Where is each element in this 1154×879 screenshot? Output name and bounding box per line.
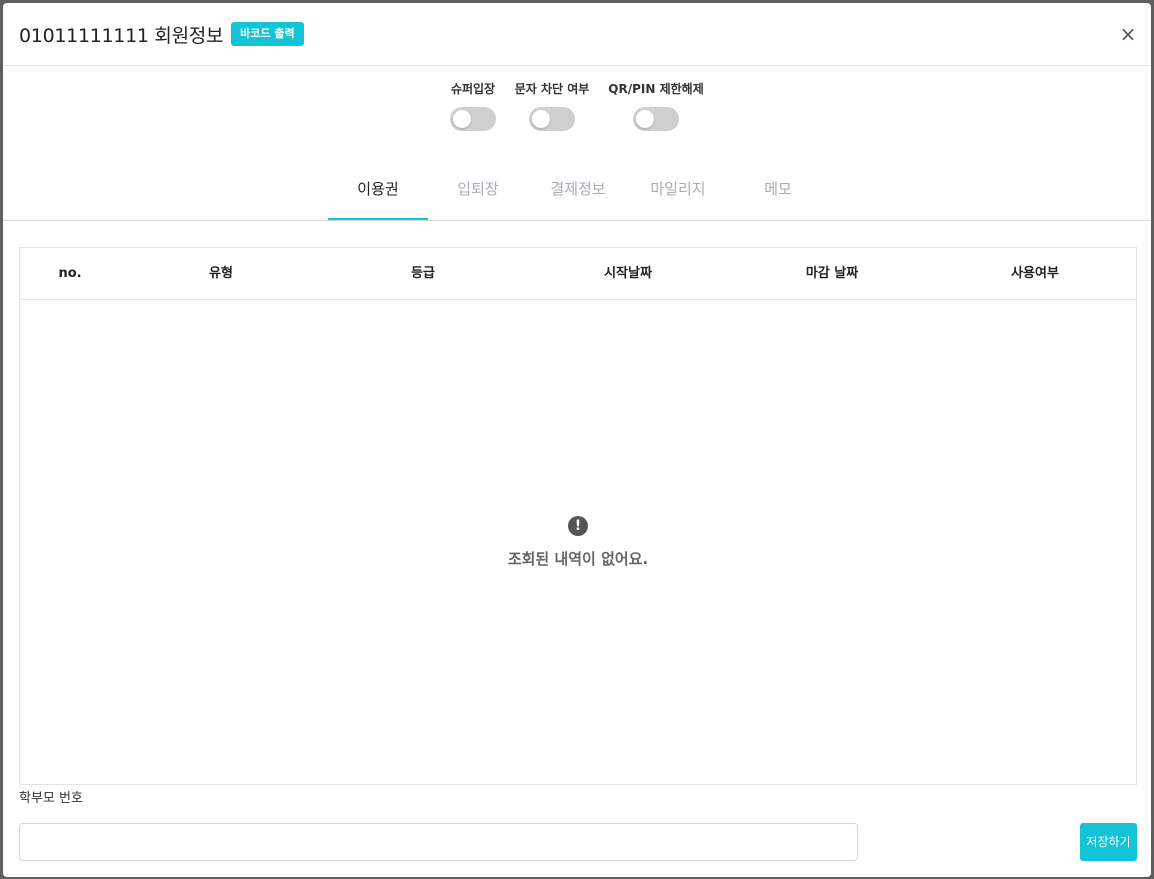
parent-number-input[interactable] [19,823,858,861]
tab-payment-info[interactable]: 결제정보 [528,163,628,220]
pass-table: no. 유형 등급 시작날짜 마감 날짜 사용여부 ! 조회된 내역이 없어요. [19,247,1137,785]
tab-memo[interactable]: 메모 [728,163,828,220]
toggle-label: 문자 차단 여부 [514,82,590,96]
column-header-end-date: 마감 날짜 [805,266,859,281]
column-header-type: 유형 [209,266,233,281]
empty-state: ! 조회된 내역이 없어요. [20,300,1136,784]
sms-block-switch[interactable] [529,107,575,131]
barcode-print-button[interactable]: 바코드 출력 [231,22,304,46]
alert-icon: ! [568,516,588,536]
switch-knob [532,110,550,128]
tab-bar: 이용권 입퇴장 결제정보 마일리지 메모 [3,163,1151,221]
member-info-modal: 01011111111 회원정보 바코드 출력 × 슈퍼입장 문자 차단 여부 … [3,3,1151,877]
save-button[interactable]: 저장하기 [1080,823,1137,861]
toggle-row: 슈퍼입장 문자 차단 여부 QR/PIN 제한해제 [3,80,1151,140]
empty-message: 조회된 내역이 없어요. [507,550,649,568]
switch-knob [453,110,471,128]
toggle-super-entry: 슈퍼입장 [448,80,498,135]
column-header-grade: 등급 [411,266,435,281]
column-header-usage: 사용여부 [1011,266,1059,281]
super-entry-switch[interactable] [450,107,496,131]
tab-entry-exit[interactable]: 입퇴장 [428,163,528,220]
toggle-label: QR/PIN 제한해제 [608,82,704,96]
column-header-start-date: 시작날짜 [604,266,652,281]
close-icon[interactable]: × [1119,24,1137,44]
tab-mileage[interactable]: 마일리지 [628,163,728,220]
tab-pass[interactable]: 이용권 [328,163,428,220]
modal-title: 01011111111 회원정보 [19,24,224,47]
toggle-sms-block: 문자 차단 여부 [512,80,592,135]
toggle-qr-pin-unlimit: QR/PIN 제한해제 [606,80,706,135]
toggle-label: 슈퍼입장 [450,82,496,96]
column-header-no: no. [58,266,82,281]
modal-header: 01011111111 회원정보 바코드 출력 × [3,3,1151,66]
parent-number-label: 학부모 번호 [19,791,83,806]
table-header: no. 유형 등급 시작날짜 마감 날짜 사용여부 [20,248,1136,300]
switch-knob [636,110,654,128]
qr-pin-unlimit-switch[interactable] [633,107,679,131]
